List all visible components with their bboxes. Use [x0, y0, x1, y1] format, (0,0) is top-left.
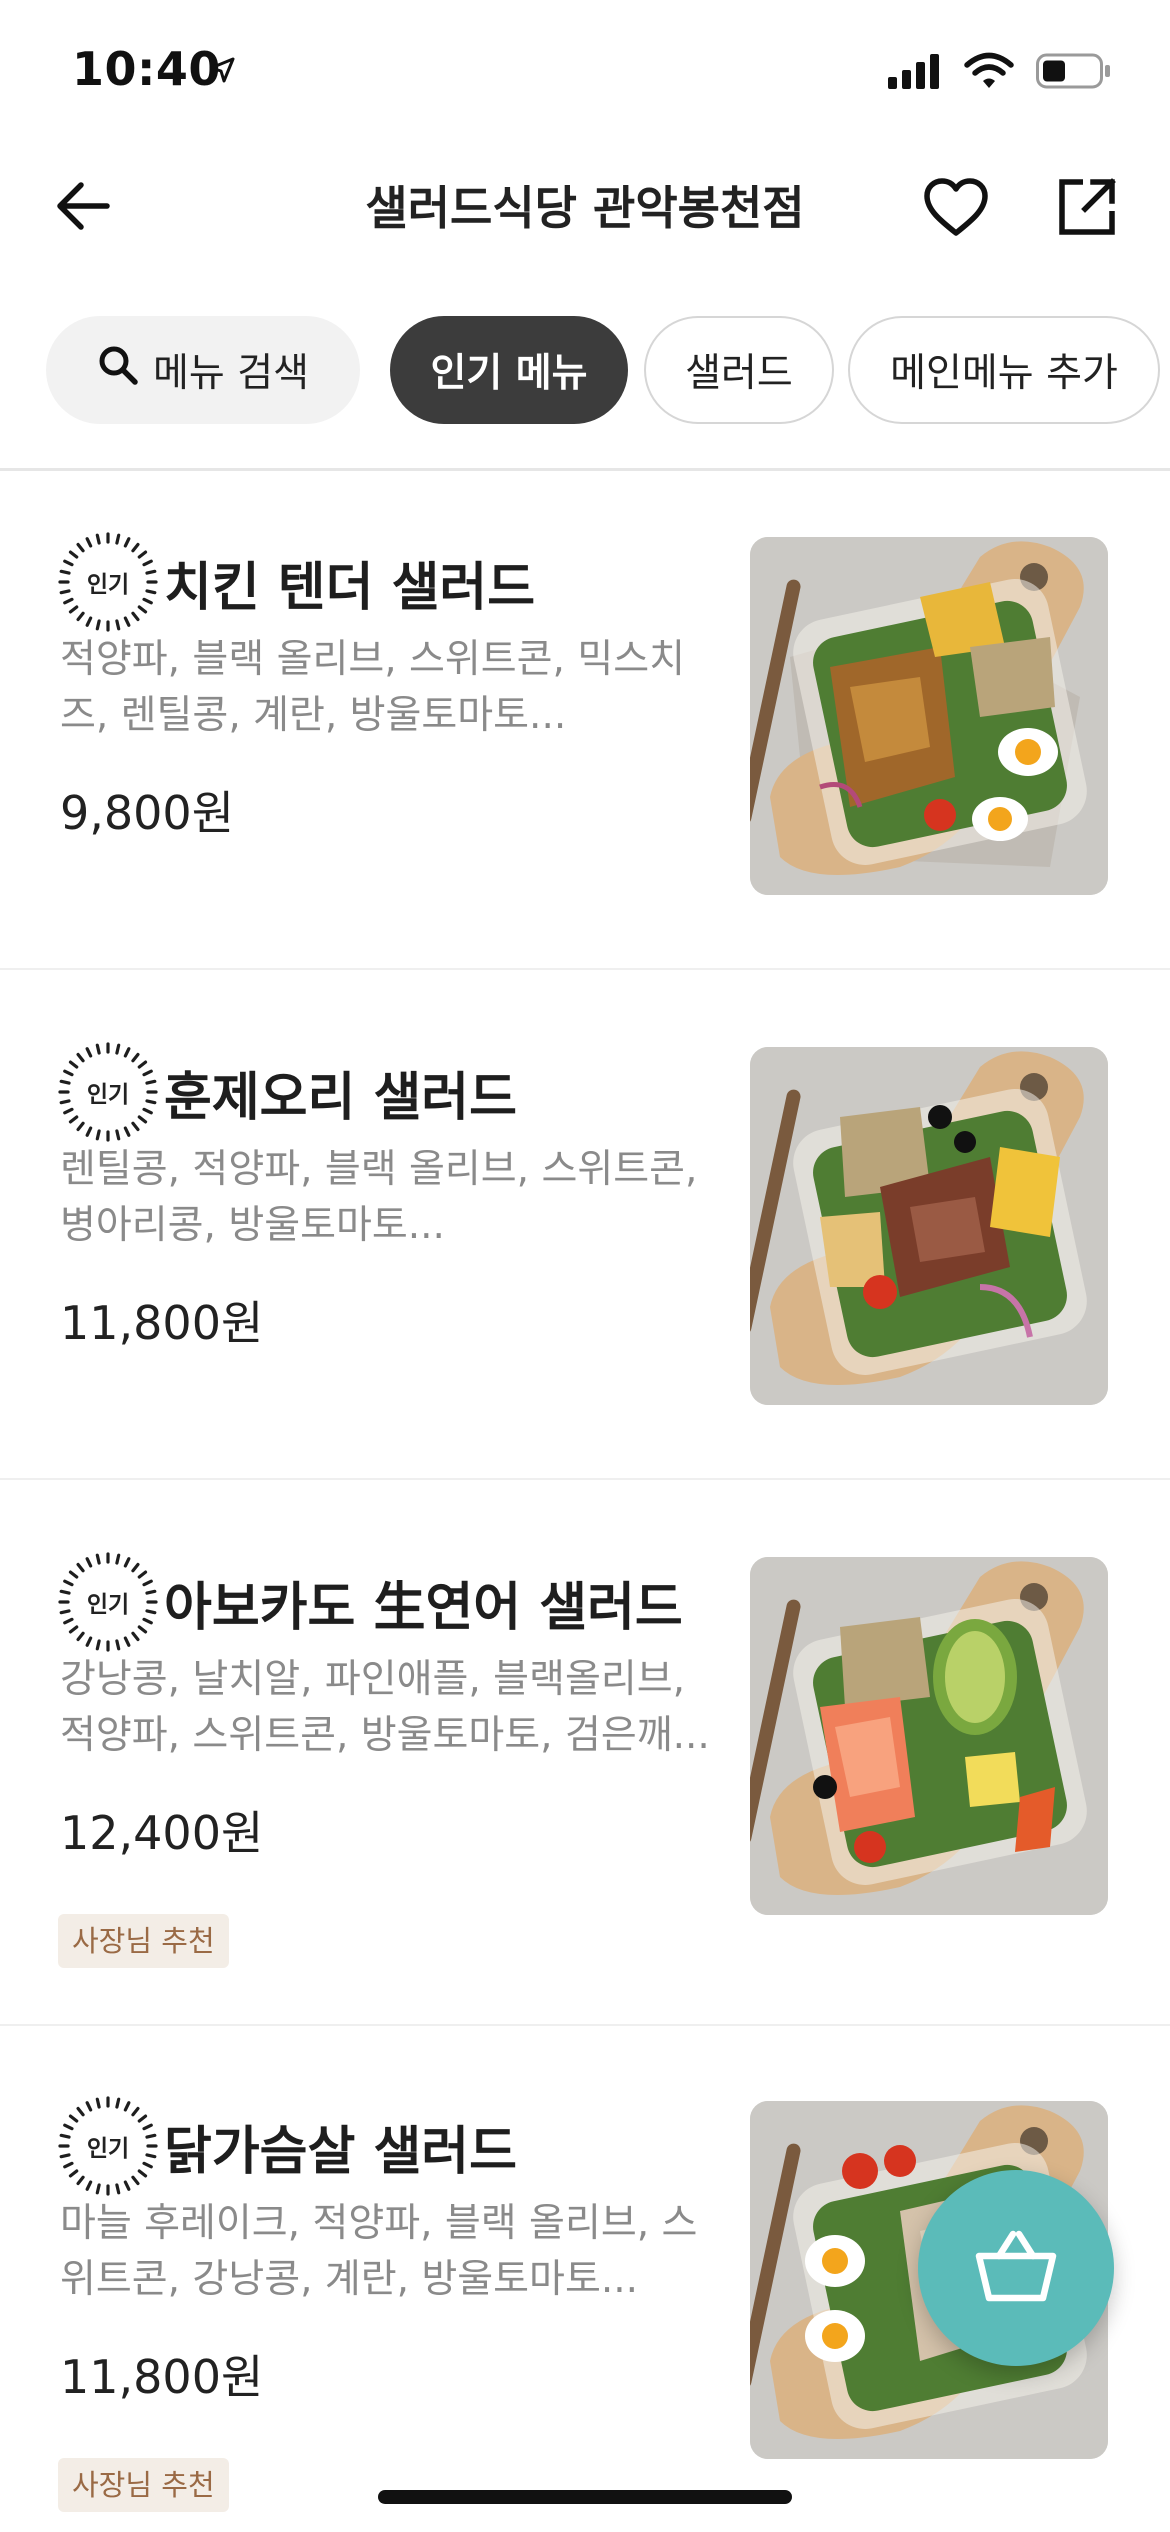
nav-bar: 샐러드식당 관악봉천점: [0, 150, 1170, 260]
popular-badge: 인기: [58, 1042, 158, 1142]
menu-item-description: 마늘 후레이크, 적양파, 블랙 올리브, 스위트콘, 강낭콩, 계란, 방울토…: [60, 2201, 698, 2302]
battery-icon: [1036, 52, 1112, 94]
menu-item-name-row: 인기 닭가슴살 샐러드: [58, 2096, 517, 2196]
popular-badge: 인기: [58, 2096, 158, 2196]
chip-popular-menu[interactable]: 인기 메뉴: [390, 316, 628, 424]
location-arrow-icon: [208, 56, 236, 88]
signal-icon: [888, 53, 942, 93]
status-bar: 10:40: [0, 0, 1170, 140]
menu-item-description: 렌틸콩, 적양파, 블랙 올리브, 스위트콘, 병아리콩, 방울토마토...: [60, 1147, 698, 1248]
menu-item-price: 12,400원: [60, 1806, 264, 1860]
menu-item-description: 적양파, 블랙 올리브, 스위트콘, 믹스치즈, 렌틸콩, 계란, 방울토마토.…: [60, 637, 685, 738]
recommended-tag: 사장님 추천: [58, 2458, 229, 2512]
menu-item-price: 11,800원: [60, 2350, 264, 2404]
menu-item-description: 강낭콩, 날치알, 파인애플, 블랙올리브, 적양파, 스위트콘, 방울토마토,…: [60, 1657, 710, 1758]
share-icon: [1057, 177, 1117, 241]
divider: [0, 1478, 1170, 1480]
chip-salad[interactable]: 샐러드: [644, 316, 834, 424]
menu-item-photo: [750, 1557, 1108, 1915]
popular-badge: 인기: [58, 1552, 158, 1652]
menu-item-name: 훈제오리 샐러드: [164, 1067, 517, 1128]
menu-item-photo: [750, 1047, 1108, 1405]
menu-search-chip[interactable]: 메뉴 검색: [46, 316, 360, 424]
menu-item-name-row: 인기 아보카도 生연어 샐러드: [58, 1552, 683, 1652]
menu-item-name-row: 인기 훈제오리 샐러드: [58, 1042, 517, 1142]
divider: [0, 2024, 1170, 2026]
popular-badge: 인기: [58, 532, 158, 632]
chip-main-menu-add[interactable]: 메인메뉴 추가: [848, 316, 1160, 424]
menu-search-label: 메뉴 검색: [153, 351, 309, 396]
popular-badge-label: 인기: [86, 572, 130, 598]
favorite-button[interactable]: [918, 174, 994, 244]
menu-item-name: 치킨 텐더 샐러드: [164, 557, 536, 618]
category-chips: 메뉴 검색 인기 메뉴 샐러드 메인메뉴 추가: [0, 316, 1170, 426]
menu-item[interactable]: 인기 아보카도 生연어 샐러드 강낭콩, 날치알, 파인애플, 블랙올리브, 적…: [0, 1552, 1170, 2002]
popular-badge-label: 인기: [86, 1082, 130, 1108]
menu-item-price: 11,800원: [60, 1296, 264, 1350]
menu-item-name: 닭가슴살 샐러드: [164, 2121, 517, 2182]
divider: [0, 968, 1170, 970]
status-icons: [888, 52, 1112, 94]
share-button[interactable]: [1052, 174, 1122, 244]
popular-badge-label: 인기: [86, 1592, 130, 1618]
search-icon: [97, 344, 139, 396]
cart-button[interactable]: [918, 2170, 1114, 2366]
menu-item-price: 9,800원: [60, 786, 235, 840]
menu-item-photo: [750, 537, 1108, 895]
menu-item[interactable]: 인기 치킨 텐더 샐러드 적양파, 블랙 올리브, 스위트콘, 믹스치즈, 렌틸…: [0, 532, 1170, 942]
menu-item-name: 아보카도 生연어 샐러드: [164, 1577, 683, 1638]
store-title: 샐러드식당 관악봉천점: [365, 181, 805, 235]
wifi-icon: [964, 52, 1014, 94]
status-time: 10:40: [72, 42, 221, 96]
popular-badge-label: 인기: [86, 2136, 130, 2162]
divider: [0, 468, 1170, 471]
heart-icon: [923, 177, 989, 241]
home-indicator: [378, 2490, 792, 2504]
basket-icon: [973, 2228, 1059, 2308]
menu-item-name-row: 인기 치킨 텐더 샐러드: [58, 532, 535, 632]
recommended-tag: 사장님 추천: [58, 1914, 229, 1968]
menu-item[interactable]: 인기 훈제오리 샐러드 렌틸콩, 적양파, 블랙 올리브, 스위트콘, 병아리콩…: [0, 1042, 1170, 1452]
